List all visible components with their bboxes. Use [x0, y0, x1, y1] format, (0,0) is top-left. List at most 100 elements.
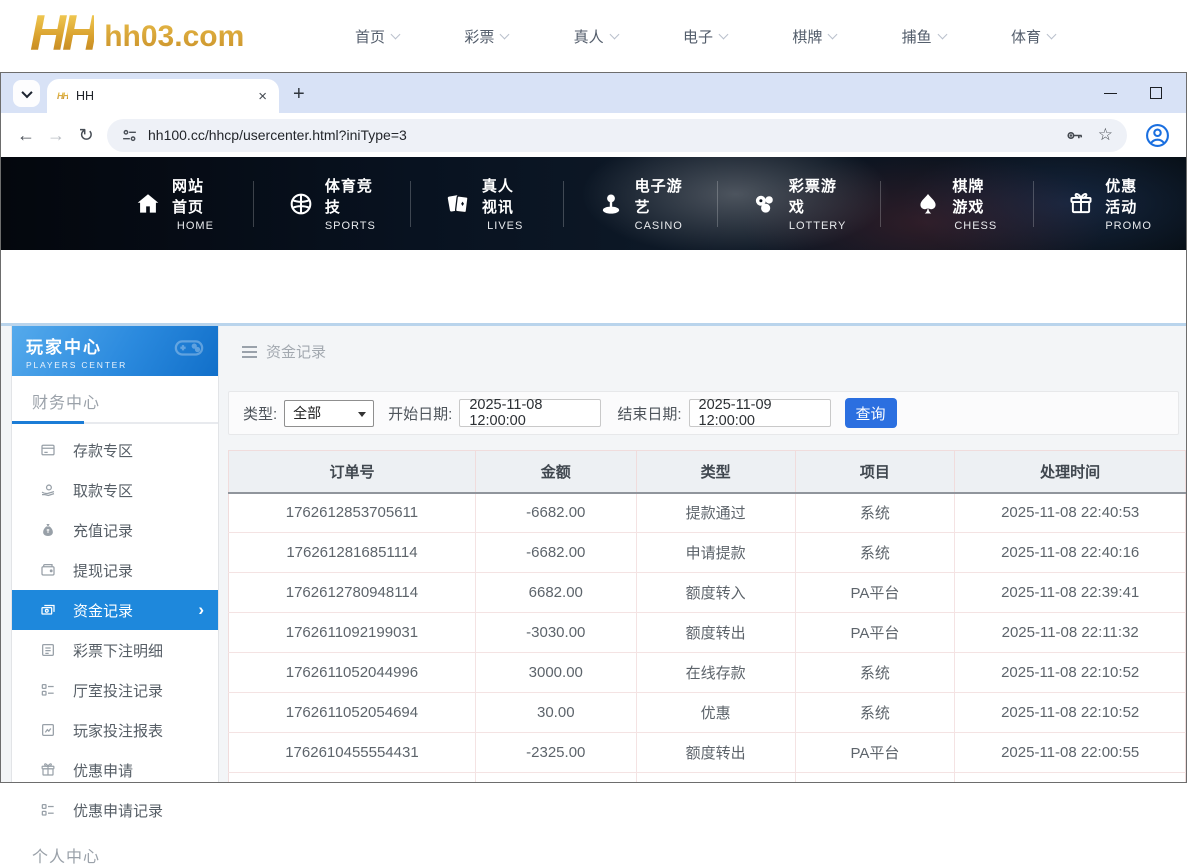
logo-hh-text: HH [30, 2, 94, 64]
sidebar-item-label: 玩家投注报表 [73, 720, 163, 741]
chevron-down-icon [391, 29, 401, 39]
chevron-right-icon: › [198, 600, 204, 620]
logo-domain-text: hh03.com [104, 10, 244, 64]
address-bar[interactable]: hh100.cc/hhcp/usercenter.html?iniType=3 … [107, 119, 1127, 152]
sidebar-menu-item[interactable]: 玩家投注报表 › [12, 710, 218, 750]
main-nav-item[interactable]: 捕鱼 [902, 26, 946, 47]
cell-amount: -6682.00 [475, 493, 636, 533]
game-nav-item[interactable]: 优惠活动 PROMO [1034, 181, 1186, 227]
cell-type: 优惠 [636, 693, 795, 733]
sidebar-menu-item[interactable]: 资金记录 › [12, 590, 218, 630]
sidebar-menu-item[interactable]: 优惠申请记录 › [12, 790, 218, 830]
site-favicon: HH [57, 91, 68, 101]
start-date-input[interactable]: 2025-11-08 12:00:00 [459, 399, 601, 427]
section-finance-label: 财务中心 [12, 376, 218, 413]
tab-close-icon[interactable]: × [256, 88, 269, 105]
sidebar-item-label: 优惠申请 [73, 760, 133, 781]
end-date-input[interactable]: 2025-11-09 12:00:00 [689, 399, 831, 427]
game-nav-label-en: SPORTS [325, 220, 376, 232]
cell-project: PA平台 [795, 613, 955, 653]
type-select-value: 全部 [293, 403, 321, 423]
type-select[interactable]: 全部 [284, 400, 374, 427]
main-nav-item[interactable]: 真人 [574, 26, 618, 47]
sidebar-menu-item[interactable]: 彩票下注明细 › [12, 630, 218, 670]
sidebar-menu-item[interactable]: 厅室投注记录 › [12, 670, 218, 710]
cell-type: 额度转出 [636, 613, 795, 653]
table-body: 1762612853705611 -6682.00 提款通过 系统 2025-1… [229, 493, 1186, 783]
sidebar-menu-item[interactable]: 取款专区 › [12, 470, 218, 510]
site-info-icon[interactable] [121, 127, 138, 144]
password-key-icon[interactable] [1065, 126, 1084, 145]
window-maximize-button[interactable] [1150, 87, 1162, 99]
main-nav: 首页 彩票 真人 电子 棋牌 捕鱼 [355, 0, 1055, 72]
table-row[interactable]: 1762612853705611 -6682.00 提款通过 系统 2025-1… [229, 493, 1186, 533]
table-header-cell: 订单号 [229, 451, 476, 493]
table-row[interactable]: 1762612816851114 -6682.00 申请提款 系统 2025-1… [229, 533, 1186, 573]
cell-time: 2025-11-08 22:00:41 [955, 773, 1186, 783]
sidebar-menu-item[interactable]: 优惠申请 › [12, 750, 218, 790]
records-table: 订单号金额类型项目处理时间 1762612853705611 -6682.00 … [228, 450, 1186, 782]
browser-profile-icon[interactable] [1145, 123, 1170, 148]
section-personal-label: 个人中心 [12, 830, 218, 867]
sidebar-menu: 存款专区 › 取款专区 › 充值记录 › [12, 430, 218, 830]
sidebar-menu-item[interactable]: 提现记录 › [12, 550, 218, 590]
sidebar-item-label: 取款专区 [73, 480, 133, 501]
site-logo[interactable]: HH hh03.com [30, 2, 244, 64]
table-row[interactable]: 1762610441425253 2000.00 在线存款 系统 2025-11… [229, 773, 1186, 783]
sidebar-menu-item[interactable]: 充值记录 › [12, 510, 218, 550]
main-nav-item-label: 电子 [683, 26, 713, 47]
forward-button[interactable]: → [41, 120, 71, 150]
cell-order-id: 1762610455554431 [229, 733, 476, 773]
chevron-down-icon [609, 29, 619, 39]
main-nav-item[interactable]: 首页 [355, 26, 399, 47]
table-row[interactable]: 1762611052044996 3000.00 在线存款 系统 2025-11… [229, 653, 1186, 693]
cell-project: 系统 [795, 533, 955, 573]
start-date-label: 开始日期: [388, 403, 452, 424]
new-tab-button[interactable]: + [293, 81, 305, 107]
sidebar-item-icon [40, 522, 56, 538]
table-row[interactable]: 1762611052054694 30.00 优惠 系统 2025-11-08 … [229, 693, 1186, 733]
cell-amount: 3000.00 [475, 653, 636, 693]
main-nav-item[interactable]: 棋牌 [792, 26, 836, 47]
main-nav-item[interactable]: 体育 [1011, 26, 1055, 47]
search-button[interactable]: 查询 [845, 398, 897, 428]
game-nav-item[interactable]: 真人视讯 LIVES [411, 181, 564, 227]
tab-search-button[interactable] [13, 80, 40, 107]
window-controls [1104, 73, 1162, 113]
game-nav-icon [1068, 191, 1094, 217]
game-nav-item[interactable]: 网站首页 HOME [101, 181, 254, 227]
table-row[interactable]: 1762611092199031 -3030.00 额度转出 PA平台 2025… [229, 613, 1186, 653]
window-minimize-button[interactable] [1104, 93, 1117, 94]
game-nav-item[interactable]: 棋牌游戏 CHESS [881, 181, 1034, 227]
game-nav-label-en: HOME [177, 220, 214, 232]
browser-tab[interactable]: HH HH × [47, 79, 279, 113]
game-nav-item[interactable]: 电子游艺 CASINO [564, 181, 718, 227]
game-nav-icon [445, 191, 471, 217]
table-row[interactable]: 1762610455554431 -2325.00 额度转出 PA平台 2025… [229, 733, 1186, 773]
game-nav-item[interactable]: 彩票游戏 LOTTERY [718, 181, 882, 227]
cell-project: 系统 [795, 773, 955, 783]
main-nav-item[interactable]: 彩票 [464, 26, 508, 47]
cell-amount: 6682.00 [475, 573, 636, 613]
sidebar-item-icon [40, 722, 56, 738]
bookmark-star-icon[interactable]: ☆ [1098, 125, 1113, 145]
game-nav-icon [598, 191, 624, 217]
sidebar-item-icon [40, 802, 56, 818]
game-nav-label-cn: 棋牌游戏 [952, 175, 999, 217]
table-row[interactable]: 1762612780948114 6682.00 额度转入 PA平台 2025-… [229, 573, 1186, 613]
main-nav-item[interactable]: 电子 [683, 26, 727, 47]
back-button[interactable]: ← [11, 120, 41, 150]
game-nav-icon [288, 191, 314, 217]
cell-time: 2025-11-08 22:39:41 [955, 573, 1186, 613]
cell-project: 系统 [795, 693, 955, 733]
game-nav-item[interactable]: 体育竞技 SPORTS [254, 181, 411, 227]
main-nav-item-label: 体育 [1011, 26, 1041, 47]
cell-type: 在线存款 [636, 653, 795, 693]
cell-order-id: 1762611052044996 [229, 653, 476, 693]
reload-button[interactable]: ↻ [71, 120, 101, 150]
sidebar-item-label: 存款专区 [73, 440, 133, 461]
game-nav-label-cn: 彩票游戏 [789, 175, 847, 217]
game-nav-label-en: LIVES [487, 220, 523, 232]
sidebar-menu-item[interactable]: 存款专区 › [12, 430, 218, 470]
cell-amount: -2325.00 [475, 733, 636, 773]
